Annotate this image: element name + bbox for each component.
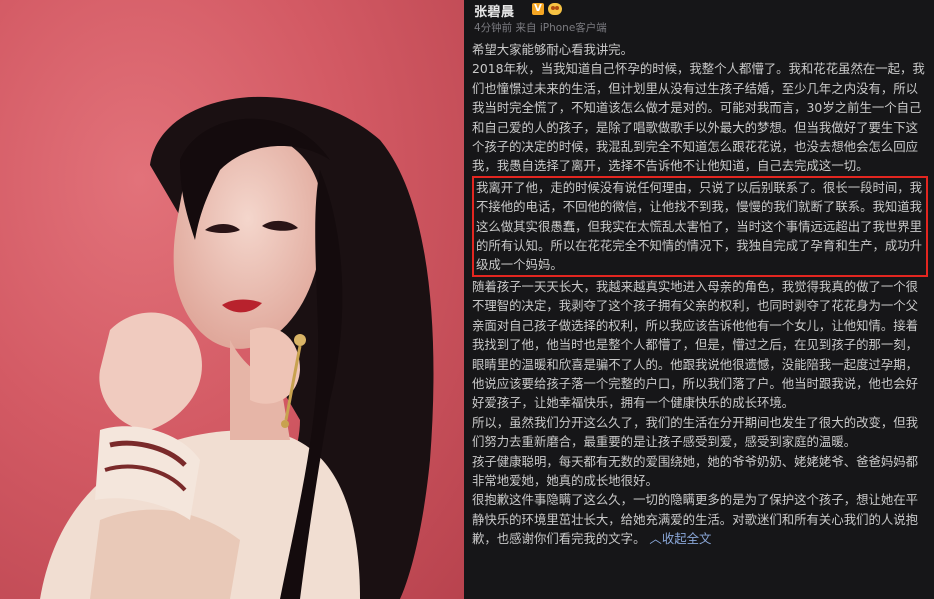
- post-meta: 4分钟前 来自 iPhone客户端: [474, 22, 607, 34]
- weibo-post: 张碧晨 V 4分钟前 来自 iPhone客户端 希望大家能够耐心看我讲完。 20…: [464, 0, 934, 599]
- post-paragraph: 希望大家能够耐心看我讲完。: [472, 42, 634, 57]
- collapse-label: 收起全文: [661, 531, 712, 547]
- username[interactable]: 张碧晨: [474, 1, 515, 20]
- photo-panel: [0, 0, 464, 599]
- highlighted-paragraph: 我离开了他，走的时候没有说任何理由，只说了以后别联系了。很长一段时间，我不接他的…: [472, 175, 928, 277]
- post-paragraph: 2018年秋，当我知道自己怀孕的时候，我整个人都懵了。我和花花虽然在一起，我们也…: [472, 61, 925, 174]
- post-paragraph-last: 很抱歉这件事隐瞒了这么久，一切的隐瞒更多的是为了保护这个孩子，想让她在平静快乐的…: [472, 490, 928, 548]
- post-paragraph: 孩子健康聪明，每天都有无数的爱围绕她，她的爷爷奶奶、姥姥姥爷、爸爸妈妈都非常地爱…: [472, 453, 919, 488]
- verified-icon: V: [532, 3, 544, 15]
- portrait-illustration: [40, 96, 434, 599]
- collapse-link[interactable]: ︿收起全文: [649, 531, 711, 546]
- member-level-icon: [548, 3, 562, 15]
- post-body: 希望大家能够耐心看我讲完。 2018年秋，当我知道自己怀孕的时候，我整个人都懵了…: [472, 40, 928, 549]
- post-paragraph: 所以，虽然我们分开这么久了，我们的生活在分开期间也发生了很大的改变，但我们努力去…: [472, 414, 919, 450]
- post-header: 张碧晨 V 4分钟前 来自 iPhone客户端: [474, 0, 928, 40]
- collapse-caret-icon: ︿: [649, 531, 662, 547]
- post-paragraph: 随着孩子一天天长大，我越来越真实地进入母亲的角色，我觉得我真的做了一个很不理智的…: [472, 278, 919, 411]
